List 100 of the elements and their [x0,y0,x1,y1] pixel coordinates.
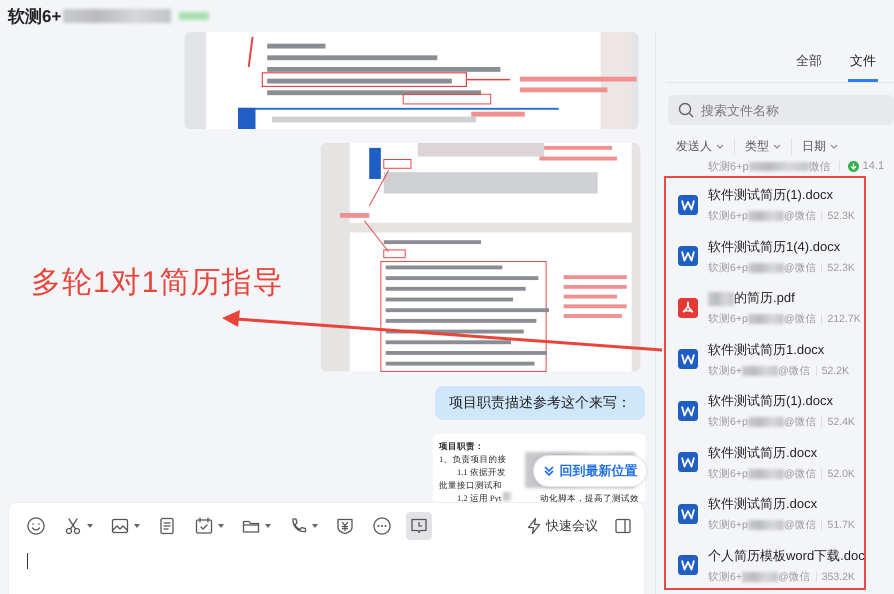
word-file-icon [678,400,698,421]
file-sender: 软测6+ [708,570,742,584]
caret-icon [265,524,271,528]
file-size: 212.7K [827,313,861,326]
file-item[interactable]: 的简历.pdf 软测6+p @微信 212.7K [656,282,894,334]
jump-to-latest-button[interactable]: 回到最新位置 [533,455,647,487]
file-item[interactable]: 个人简历模板word下载.doc 软测6+ @微信 353.2K [656,540,894,591]
filter-dropdown[interactable]: 类型 [745,138,792,155]
word-file-icon [678,246,698,266]
toolbar-button[interactable] [406,512,432,540]
blurred-text [742,366,778,376]
file-sender: 软测6+ [708,364,742,378]
file-name[interactable]: 的简历.pdf [734,290,795,306]
document-text: 动化脚本，提高了测试效 [540,492,639,502]
download-icon [848,160,859,172]
pdf-file-icon [678,298,698,318]
file-name[interactable]: 软件测试简历(1).docx [708,187,833,202]
file-size: 353.2K [822,570,855,583]
chevron-down-icon [773,144,781,149]
word-file-icon [678,349,698,370]
yen-shield-icon [335,516,355,536]
file-source: @微信 [778,364,811,378]
filter-dropdown[interactable]: 发送人 [676,138,735,155]
document-text: 项目职责： [439,440,484,453]
caret-icon [312,524,318,528]
file-name[interactable]: 软件测试简历.docx [708,444,818,460]
file-source: @微信 [784,415,816,430]
file-sender: 软测6+p [708,415,748,430]
blurred-text [748,468,784,479]
lightning-icon [525,517,543,535]
document-text: 1、负责项目的接 [439,452,506,466]
file-size: 14.1 [862,160,884,172]
file-item[interactable]: 软件测试简历.docx 软测6+p @微信 51.7K [656,488,894,540]
file-source: @微信 [784,466,816,481]
caret-icon [87,524,93,528]
file-name[interactable]: 软件测试简历.docx [708,496,818,512]
blurred-text [742,572,778,582]
word-file-icon [678,194,698,215]
caret-icon [134,524,140,528]
file-name[interactable]: 软件测试简历1.docx [708,342,824,357]
file-sender: 软测6+p [708,466,748,481]
file-item[interactable]: 软件测试简历(1).docx 软测6+p @微信 52.4K [656,385,894,436]
blurred-text [748,314,784,324]
file-size: 51.7K [827,519,855,532]
file-source: 微信 [808,160,831,174]
blurred-text [748,417,784,428]
word-file-icon [678,504,698,524]
double-chevron-icon [542,465,554,477]
file-source: @微信 [784,260,816,275]
file-sender: 软测6+p [708,518,748,532]
tab[interactable]: 文件 [848,50,878,82]
picture-icon [110,516,130,536]
blurred-text [179,12,210,20]
file-item[interactable]: 软件测试简历1.docx 软测6+ @微信 52.2K [656,334,894,385]
blurred-text [503,492,512,501]
tab[interactable]: 全部 [794,50,824,82]
file-name[interactable]: 软件测试简历(1).docx [708,393,833,408]
word-file-icon [678,452,698,472]
chevron-down-icon [830,144,838,149]
file-source: @微信 [784,312,816,326]
blurred-text [748,262,784,273]
smiley-icon [26,516,46,536]
more-dots-icon [372,516,392,536]
file-source: @微信 [784,518,816,532]
scissors-icon [63,516,83,536]
filter-dropdown[interactable]: 日期 [802,138,848,155]
document-text: 1.1 依据开发 [457,466,506,479]
file-size: 52.2K [822,364,850,377]
search-field[interactable]: 搜索文件名称 [668,95,894,125]
file-item[interactable]: 软件测试简历(1).docx 软测6+p @微信 52.3K [656,179,894,230]
blurred-text [708,292,734,306]
file-size: 52.0K [827,468,855,480]
caret-icon [218,524,224,528]
file-size: 52.4K [827,416,855,428]
chevron-down-icon [716,144,724,149]
quick-meeting-button[interactable]: 快速会议 [525,517,598,535]
file-item[interactable]: 软件测试简历.docx 软测6+p @微信 52.0K [656,436,894,488]
blurred-text [748,211,784,222]
file-name[interactable]: 软件测试简历1(4).docx [708,238,840,254]
file-sender: 软测6+p [708,160,749,174]
file-size: 52.3K [827,262,855,274]
file-sender: 软测6+p [708,260,748,275]
calendar-check-icon [194,516,214,536]
chat-clock-icon [409,516,429,536]
file-source: @微信 [778,570,811,584]
blurred-text [748,520,784,530]
blurred-text [748,162,809,170]
file-size: 52.3K [827,210,855,222]
chat-title: 软测6+ [8,6,62,28]
file-name[interactable]: 个人简历模板word下载.doc [708,548,865,563]
side-panel-icon[interactable] [614,517,632,535]
search-icon [678,102,694,118]
file-item[interactable]: 软件测试简历1(4).docx 软测6+p @微信 52.3K [656,230,894,282]
file-sender: 软测6+p [708,209,748,224]
word-file-icon [678,555,698,576]
message-bubble: 项目职责描述参考这个来写： [435,386,645,420]
annotation-text: 多轮1对1简历指导 [31,265,284,301]
document-text: 批量接口测试和 [439,478,502,492]
file-source: @微信 [784,209,816,224]
file-sender: 软测6+p [708,312,748,326]
